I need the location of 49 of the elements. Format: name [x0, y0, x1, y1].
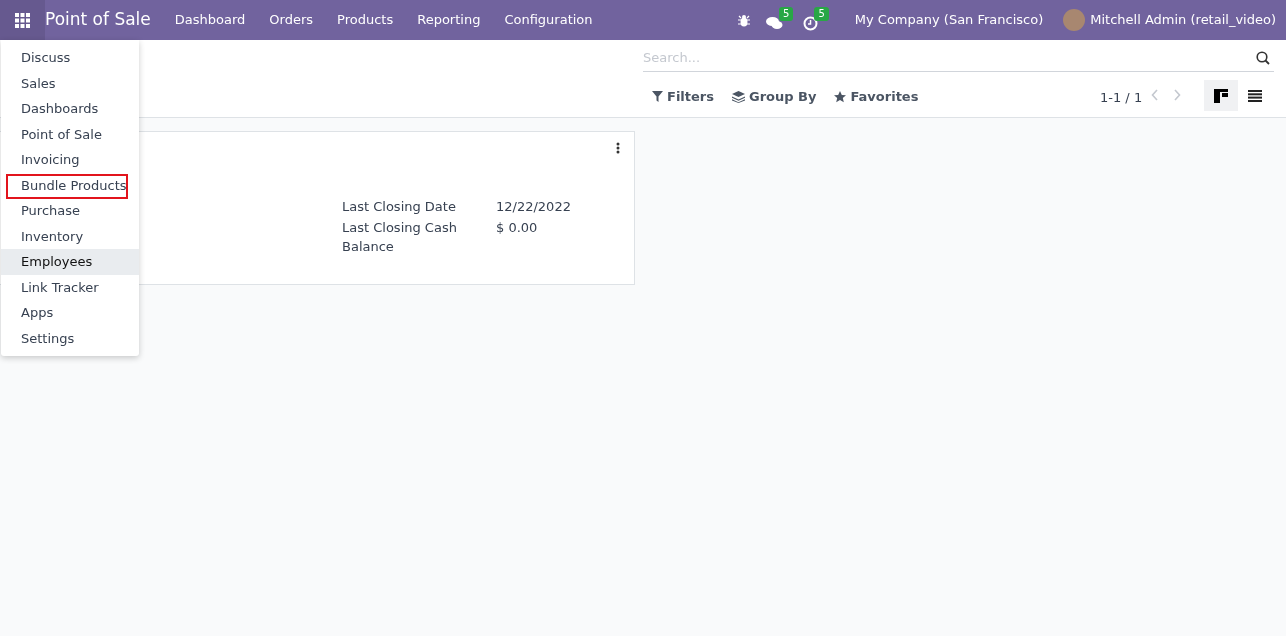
- field-value: 12/22/2022: [496, 198, 571, 216]
- dropdown-item[interactable]: Settings: [1, 325, 139, 351]
- count-badge: 5: [779, 7, 794, 21]
- dropdown-item[interactable]: Inventory: [1, 223, 139, 249]
- filter-menu-button[interactable]: Group By: [732, 87, 817, 107]
- avatar: [1063, 9, 1086, 31]
- filter-menu-button[interactable]: Filters: [652, 87, 714, 107]
- star-icon: [834, 90, 847, 103]
- dropdown-item[interactable]: Invoicing: [1, 147, 139, 173]
- grid-icon: [15, 12, 30, 28]
- chat-icon: [766, 16, 784, 30]
- dropdown-item[interactable]: Dashboards: [1, 96, 139, 122]
- list-icon: [1248, 89, 1262, 102]
- app-title[interactable]: Point of Sale: [45, 7, 151, 33]
- company-switcher[interactable]: My Company (San Francisco): [854, 10, 1044, 30]
- search-field[interactable]: Search...: [643, 44, 1274, 72]
- menu-item[interactable]: Configuration: [492, 10, 605, 30]
- field-value: $ 0.00: [496, 219, 539, 237]
- filter-menu-button[interactable]: Favorites: [834, 87, 919, 107]
- dropdown-item[interactable]: Apps: [1, 300, 139, 326]
- dropdown-item[interactable]: Bundle Products: [1, 172, 139, 198]
- dropdown-item[interactable]: Employees: [1, 249, 139, 275]
- more-options-button[interactable]: [616, 142, 620, 154]
- pager-value: 1-1 / 1: [1100, 89, 1143, 107]
- bug-icon: [738, 13, 751, 27]
- apps-menu-button[interactable]: [0, 0, 45, 40]
- menu-item[interactable]: Dashboard: [162, 10, 258, 30]
- layers-icon: [732, 90, 745, 103]
- dropdown-item[interactable]: Point of Sale: [1, 121, 139, 147]
- chevron-right-icon: [1173, 89, 1181, 101]
- dropdown-item[interactable]: Link Tracker: [1, 274, 139, 300]
- field-label: Last Closing Date: [342, 198, 457, 216]
- count-badge: 5: [814, 7, 829, 21]
- user-menu[interactable]: Mitchell Admin (retail_video): [1063, 9, 1276, 31]
- kanban-view-button[interactable]: [1204, 80, 1238, 111]
- search-icon: [1256, 51, 1270, 65]
- menu-item[interactable]: Orders: [257, 10, 326, 30]
- dropdown-item[interactable]: Purchase: [1, 198, 139, 224]
- vertical-dots-icon: [616, 142, 620, 154]
- menu-item[interactable]: Products: [325, 10, 406, 30]
- field-label: Last Closing Cash Balance: [342, 219, 458, 256]
- menu-item[interactable]: Reporting: [405, 10, 493, 30]
- filter-icon: [652, 91, 663, 103]
- chevron-left-icon: [1151, 89, 1159, 101]
- kanban-icon: [1214, 88, 1228, 103]
- bug-button[interactable]: [738, 13, 751, 27]
- clock-icon: [803, 16, 819, 31]
- dropdown-item[interactable]: Sales: [1, 70, 139, 96]
- dropdown-item[interactable]: Discuss: [1, 45, 139, 71]
